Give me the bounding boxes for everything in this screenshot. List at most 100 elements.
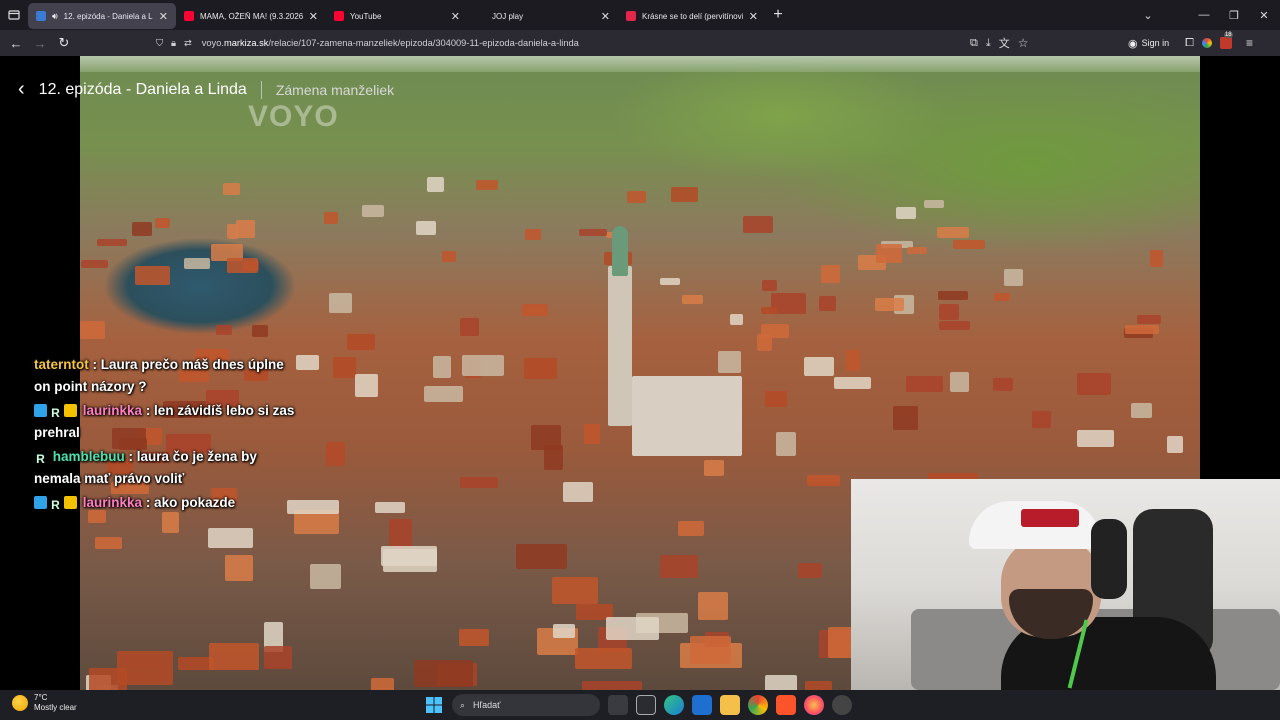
cap-logo-icon (1021, 509, 1079, 527)
maximize-button[interactable]: ❐ (1218, 0, 1250, 30)
arrow-right-icon: → (33, 35, 47, 51)
tab-title: 12. epizóda - Daniela a Linda (63, 11, 153, 21)
cube-badge-icon (34, 404, 47, 417)
forward-button[interactable]: → (28, 31, 52, 55)
close-window-button[interactable]: ✕ (1248, 0, 1280, 30)
extension-colorful-icon[interactable] (1201, 38, 1212, 48)
url-actions: ⧉ ⤓ 文 ☆ (970, 33, 1029, 53)
tab-title: JOJ play (492, 11, 524, 21)
close-tab-icon[interactable]: ✕ (601, 10, 610, 23)
taskbar: 7°C Mostly clear ⌕ Hľadať (0, 690, 1280, 720)
photos-icon[interactable] (692, 695, 712, 715)
new-tab-button[interactable]: + (766, 3, 790, 27)
lock-icon[interactable]: 🔒︎ (171, 38, 176, 49)
r-badge-icon: R (36, 452, 45, 466)
start-button[interactable] (424, 695, 444, 715)
tab-overflow-button[interactable]: ⌄ (1132, 0, 1164, 30)
church-tower (608, 266, 632, 426)
screen: 🔊︎ 12. epizóda - Daniela a Linda ✕ MAMA,… (0, 0, 1280, 720)
account-icon: ◉ (1128, 37, 1138, 50)
plus-icon: + (773, 6, 783, 23)
headphones-icon (1091, 519, 1127, 599)
firefox-icon[interactable] (804, 695, 824, 715)
tab-voyo[interactable]: 🔊︎ 12. epizóda - Daniela a Linda ✕ (28, 3, 176, 29)
chat-message: R laurinkka : ako pokazde (34, 492, 304, 514)
url-prefix: voyo. (201, 38, 224, 48)
temperature: 7°C (34, 693, 48, 702)
edge-icon[interactable] (664, 695, 684, 715)
church-nave (632, 376, 742, 456)
tab-youtube[interactable]: YouTube ✕ (326, 3, 468, 29)
extensions-icon[interactable]: ⧠ (1185, 37, 1194, 50)
back-chevron-icon[interactable]: ‹ (18, 78, 25, 101)
menu-icon[interactable]: ≡ (1246, 36, 1253, 50)
taskbar-search[interactable]: ⌕ Hľadať (452, 694, 600, 716)
shield-icon[interactable]: ⛉ (156, 38, 163, 49)
r-badge-icon: R (51, 406, 60, 420)
back-button[interactable]: ← (4, 31, 28, 55)
chat-username: laurinkka (82, 403, 143, 418)
chat-message: taterntot : Laura prečo máš dnes úplne o… (34, 354, 304, 398)
joj-favicon-icon (476, 11, 486, 21)
task-view-icon[interactable] (608, 695, 628, 715)
sign-in-button[interactable]: ◉ Sign in (1128, 37, 1169, 50)
app-icon[interactable] (832, 695, 852, 715)
search-icon: ⌕ (460, 699, 466, 710)
url-domain: markiza.sk (223, 38, 269, 48)
weather-icon (12, 695, 28, 711)
chat-text: : ako pokazde (145, 495, 236, 510)
crown-badge-icon (64, 496, 77, 509)
voyo-favicon-icon (36, 11, 46, 21)
chat-username: laurinkka (82, 495, 143, 510)
tab-bar: 🔊︎ 12. epizóda - Daniela a Linda ✕ MAMA,… (0, 0, 1280, 30)
tab-title: YouTube (350, 11, 382, 21)
store-icon[interactable] (636, 695, 656, 715)
close-tab-icon[interactable]: ✕ (749, 10, 758, 23)
weather-widget[interactable]: 7°C Mostly clear (12, 693, 77, 713)
tab-title: MAMA, OŽEŇ MA! (9.3.2026 o (200, 11, 303, 21)
cube-badge-icon (34, 496, 47, 509)
brave-icon[interactable] (776, 695, 796, 715)
permissions-icon[interactable]: ⇄ (184, 38, 192, 49)
tab-list-button[interactable] (0, 0, 28, 30)
extension-badge-icon[interactable]: 18 (1219, 32, 1233, 49)
close-tab-icon[interactable]: ✕ (451, 10, 460, 23)
weather-condition: Mostly clear (34, 703, 77, 712)
voyo-watermark: VOYO (248, 100, 339, 133)
picture-in-picture-icon[interactable]: ⧉ (970, 37, 978, 50)
translate-icon[interactable]: 文 (999, 35, 1010, 51)
url-bar[interactable]: ⛉ 🔒︎ ⇄ voyo. markiza.sk/relacie/107-zamen… (156, 33, 1046, 53)
file-explorer-icon[interactable] (720, 695, 740, 715)
tab-joj[interactable]: JOJ play ✕ (468, 3, 618, 29)
speaker-icon[interactable]: 🔊︎ (52, 11, 58, 22)
chat-username: taterntot (34, 357, 89, 372)
extension-badge-count: 18 (1223, 32, 1233, 38)
reload-button[interactable]: ↻ (52, 31, 76, 55)
title-divider (260, 80, 262, 99)
chevron-down-icon: ⌄ (1143, 9, 1153, 22)
navigation-bar: ← → ↻ ⛉ 🔒︎ ⇄ voyo. markiza.sk/relacie/107… (0, 30, 1280, 56)
bookmark-star-icon[interactable]: ☆ (1018, 36, 1029, 50)
save-icon[interactable]: ⤓ (986, 37, 991, 50)
show-title: Zámena manželiek (275, 81, 395, 98)
chat-username: hamblebuu (52, 449, 125, 464)
chrome-icon[interactable] (748, 695, 768, 715)
sign-in-label: Sign in (1141, 38, 1170, 48)
chat-overlay: taterntot : Laura prečo máš dnes úplne o… (34, 354, 304, 516)
windows-icon (426, 697, 442, 713)
reload-icon: ↻ (58, 35, 70, 50)
minimize-button[interactable]: — (1188, 0, 1220, 30)
r-badge-icon: R (51, 498, 60, 512)
tab-mama[interactable]: MAMA, OŽEŇ MA! (9.3.2026 o ✕ (176, 3, 326, 29)
arrow-left-icon: ← (9, 35, 23, 51)
tab-title: Krásne se to delí (pervitínoví va (642, 11, 743, 21)
chat-message: R laurinkka : len závidíš lebo si zas pr… (34, 400, 304, 444)
close-tab-icon[interactable]: ✕ (309, 10, 318, 23)
player-title-bar: ‹ 12. epizóda - Daniela a Linda Zámena m… (18, 78, 394, 101)
tab-krasne[interactable]: Krásne se to delí (pervitínoví va ✕ (618, 3, 766, 29)
webcam-overlay (851, 479, 1280, 690)
close-icon: ✕ (1259, 9, 1269, 22)
crown-badge-icon (64, 404, 77, 417)
close-tab-icon[interactable]: ✕ (159, 10, 168, 23)
tab-list-icon (8, 10, 20, 20)
